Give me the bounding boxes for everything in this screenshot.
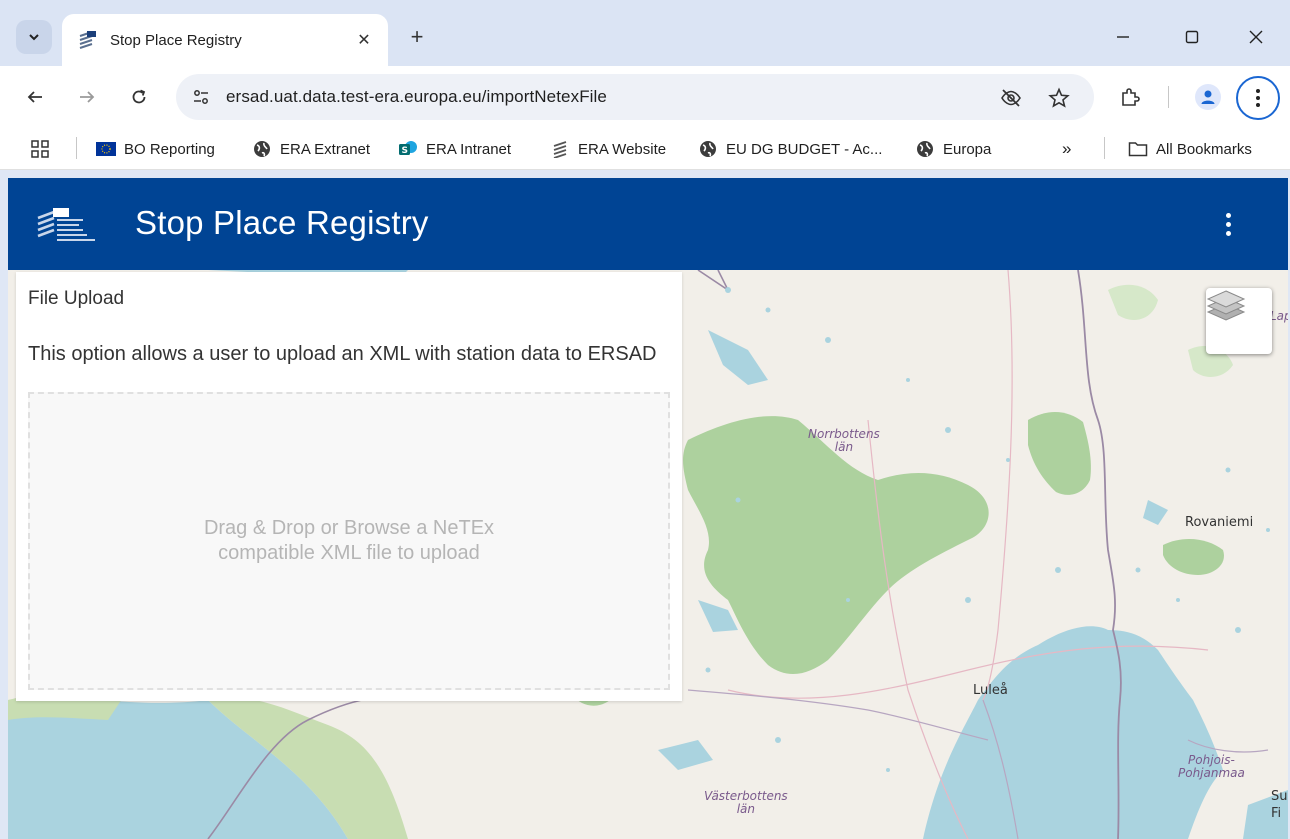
bookmark-label: ERA Intranet: [426, 140, 512, 158]
forward-button[interactable]: [72, 82, 102, 112]
reload-button[interactable]: [124, 82, 154, 112]
sharepoint-icon: S: [398, 140, 418, 158]
person-icon: [1201, 90, 1215, 104]
city-label-lulea: Luleå: [973, 683, 1008, 698]
era-logo-icon: [550, 140, 570, 158]
app-header: Stop Place Registry: [8, 178, 1288, 270]
arrow-left-icon: [27, 91, 42, 103]
maximize-button[interactable]: [1177, 24, 1207, 50]
toolbar-divider: [1168, 86, 1169, 108]
map-label-norrbotten: Norrbottens län: [808, 428, 880, 454]
menu-dot: [1225, 221, 1231, 227]
maximize-icon: [1185, 30, 1199, 44]
bookmark-bo-reporting[interactable]: BO Reporting: [96, 138, 215, 160]
bookmark-label: All Bookmarks: [1156, 140, 1252, 158]
more-vertical-icon: [1256, 89, 1260, 107]
browser-window: Stop Place Registry ✕ + ersad.uat.data.t…: [0, 0, 1290, 839]
map-label-pohjois-pohjanmaa: Pohjois- Pohjanmaa: [1178, 754, 1245, 780]
reload-icon: [132, 89, 146, 104]
label-line: län: [834, 440, 854, 454]
label-line: Pohjanmaa: [1178, 766, 1245, 780]
bookmark-era-intranet[interactable]: S ERA Intranet: [398, 138, 511, 160]
close-window-button[interactable]: [1241, 24, 1271, 50]
menu-dot: [1225, 212, 1231, 218]
svg-text:S: S: [402, 146, 408, 156]
city-label-rovaniemi: Rovaniemi: [1185, 515, 1254, 530]
bookmark-label: ERA Website: [578, 140, 667, 158]
bookmark-eu-dg-budget[interactable]: EU DG BUDGET - Ac...: [698, 138, 882, 160]
bookmark-label: BO Reporting: [124, 140, 215, 158]
apps-button[interactable]: [30, 138, 50, 160]
layers-icon: [1206, 290, 1246, 321]
era-logo-icon: [78, 30, 98, 50]
bookmark-europa[interactable]: Europa: [915, 138, 991, 160]
eu-flag-icon: [96, 140, 116, 158]
file-dropzone[interactable]: Drag & Drop or Browse a NeTEx compatible…: [28, 392, 670, 690]
extensions-button[interactable]: [1115, 82, 1145, 112]
map-label-lapland: Lapp: [1270, 309, 1288, 323]
menu-dot: [1225, 230, 1231, 236]
apps-grid-icon: [31, 140, 49, 158]
eye-off-icon[interactable]: [998, 85, 1024, 111]
bookmark-era-website[interactable]: ERA Website: [550, 138, 666, 160]
upload-description: This option allows a user to upload an X…: [28, 343, 657, 365]
minimize-icon: [1117, 36, 1129, 38]
folder-icon: [1128, 140, 1148, 158]
label-line: Su: [1271, 789, 1288, 804]
bookmarks-bar: BO Reporting ERA Extranet S ERA Intranet…: [0, 128, 1290, 170]
tab-title: Stop Place Registry: [110, 31, 242, 49]
globe-icon: [252, 140, 272, 158]
chevron-down-icon: [29, 34, 39, 41]
tab-strip: Stop Place Registry ✕ +: [0, 0, 1290, 66]
app-menu-button[interactable]: [1216, 208, 1240, 240]
map-label-vasterbotten: Västerbottens län: [704, 790, 788, 816]
bookmarks-divider: [1104, 137, 1105, 159]
map-layers-button[interactable]: [1206, 288, 1272, 354]
browser-menu-button[interactable]: [1236, 76, 1280, 120]
star-icon[interactable]: [1046, 85, 1072, 111]
address-bar[interactable]: ersad.uat.data.test-era.europa.eu/import…: [176, 74, 1094, 120]
file-upload-panel: File Upload This option allows a user to…: [16, 272, 682, 701]
tab-close-icon[interactable]: ✕: [354, 30, 374, 50]
browser-toolbar: ersad.uat.data.test-era.europa.eu/import…: [0, 66, 1290, 128]
map-label-finland: Su Fi: [1271, 788, 1288, 822]
tab-search-button[interactable]: [16, 20, 52, 54]
bookmark-label: EU DG BUDGET - Ac...: [726, 140, 883, 158]
url-text: ersad.uat.data.test-era.europa.eu/import…: [226, 87, 607, 106]
bookmark-label: ERA Extranet: [280, 140, 371, 158]
back-button[interactable]: [20, 82, 50, 112]
site-info-icon[interactable]: [188, 84, 214, 110]
globe-icon: [698, 140, 718, 158]
more-bookmarks-button[interactable]: »: [1062, 138, 1071, 160]
app-title: Stop Place Registry: [135, 204, 429, 241]
bookmark-label: Europa: [943, 140, 992, 158]
bookmarks-divider: [76, 137, 77, 159]
era-logo: [36, 204, 100, 246]
label-line: län: [736, 802, 755, 816]
puzzle-icon: [1122, 88, 1140, 106]
dropzone-text: Drag & Drop or Browse a NeTEx compatible…: [203, 517, 495, 564]
arrow-right-icon: [80, 91, 95, 103]
active-tab[interactable]: Stop Place Registry ✕: [62, 14, 388, 66]
upload-title: File Upload: [28, 288, 125, 309]
new-tab-button[interactable]: +: [402, 22, 432, 52]
all-bookmarks-button[interactable]: All Bookmarks: [1128, 138, 1252, 160]
label-line: Fi: [1271, 806, 1282, 821]
bookmark-era-extranet[interactable]: ERA Extranet: [252, 138, 370, 160]
minimize-button[interactable]: [1108, 24, 1138, 50]
close-icon: [1249, 30, 1263, 44]
globe-icon: [915, 140, 935, 158]
profile-avatar[interactable]: [1195, 84, 1221, 110]
